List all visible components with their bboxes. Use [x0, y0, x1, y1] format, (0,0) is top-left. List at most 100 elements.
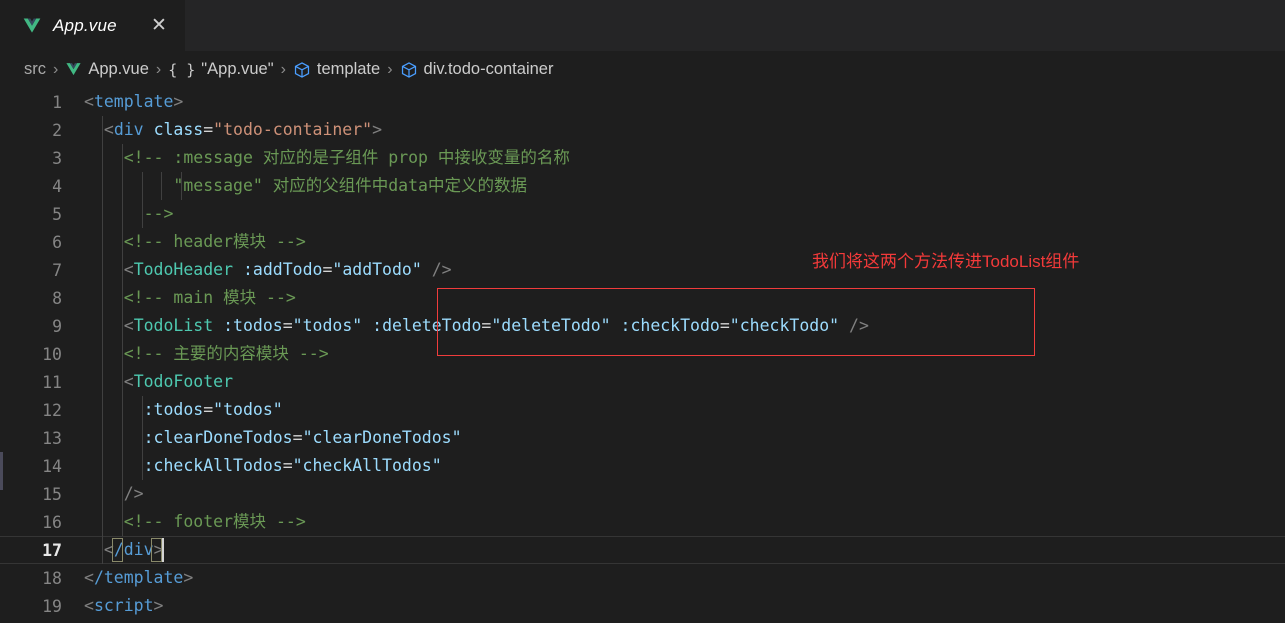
code-line[interactable]: 6 <!-- header模块 -->: [0, 228, 1285, 256]
code-line-content[interactable]: :checkAllTodos="checkAllTodos": [76, 452, 1285, 480]
line-number: 10: [42, 344, 62, 364]
token-strb: "checkAllTodos": [292, 456, 442, 475]
line-number: 15: [42, 484, 62, 504]
code-line[interactable]: 5 -->: [0, 200, 1285, 228]
token-eq: =: [322, 260, 333, 279]
code-editor[interactable]: 1 <template> 2 <div class="todo-container"…: [0, 88, 1285, 623]
token-comment: "message" 对应的父组件中data中定义的数据: [173, 176, 527, 195]
line-number: 1: [52, 92, 62, 112]
code-line-content[interactable]: <TodoHeader :addTodo="addTodo" />: [76, 256, 1285, 284]
token-strb: "clearDoneTodos": [302, 428, 462, 447]
code-line-content[interactable]: "message" 对应的父组件中data中定义的数据: [76, 172, 1285, 200]
breadcrumb-item-src[interactable]: src: [24, 60, 46, 79]
code-line[interactable]: 11 <TodoFooter: [0, 368, 1285, 396]
line-number: 14: [42, 456, 62, 476]
line-number: 9: [52, 316, 62, 336]
code-line[interactable]: 1 <template>: [0, 88, 1285, 116]
code-line-content[interactable]: <!-- header模块 -->: [76, 228, 1285, 256]
token-strb: "deleteTodo": [491, 316, 611, 335]
code-line-content[interactable]: </template>: [76, 564, 1285, 592]
code-line[interactable]: 7 <TodoHeader :addTodo="addTodo" />: [0, 256, 1285, 284]
token-strb: "todos": [213, 400, 283, 419]
code-line-content[interactable]: <!-- footer模块 -->: [76, 508, 1285, 536]
token-comp: TodoHeader: [133, 260, 234, 279]
token-punct: <: [123, 260, 134, 279]
code-line[interactable]: 12 :todos="todos": [0, 396, 1285, 424]
token-attr: :checkTodo: [620, 316, 720, 335]
token-punct: <: [103, 540, 114, 559]
code-line-content[interactable]: <TodoFooter: [76, 368, 1285, 396]
token-attr: :todos: [143, 400, 204, 419]
token-comp: TodoFooter: [133, 372, 234, 391]
code-line-content[interactable]: <template>: [76, 88, 1285, 116]
breadcrumb-item-app-vue[interactable]: App.vue: [65, 60, 149, 79]
token-comment: <!-- 主要的内容模块 -->: [123, 344, 329, 363]
token-punct: />: [431, 260, 452, 279]
code-line-content[interactable]: <!-- :message 对应的是子组件 prop 中接收变量的名称: [76, 144, 1285, 172]
breadcrumb-label: src: [24, 60, 46, 78]
code-line-content[interactable]: :todos="todos": [76, 396, 1285, 424]
token-punct: <: [123, 316, 134, 335]
line-number: 12: [42, 400, 62, 420]
code-line-content[interactable]: <div class="todo-container">: [76, 116, 1285, 144]
token-strb: "todos": [292, 316, 363, 335]
code-line[interactable]: 4 "message" 对应的父组件中data中定义的数据: [0, 172, 1285, 200]
token-attr: :clearDoneTodos: [143, 428, 293, 447]
line-number: 13: [42, 428, 62, 448]
token-tag: /template: [93, 568, 184, 587]
breadcrumb-item-app-vue-symbol[interactable]: { } "App.vue": [168, 60, 273, 79]
token-comment: <!-- footer模块 -->: [123, 512, 306, 531]
code-line[interactable]: 19 <script>: [0, 592, 1285, 620]
code-line-content[interactable]: :clearDoneTodos="clearDoneTodos": [76, 424, 1285, 452]
line-number: 4: [52, 176, 62, 196]
token-eq: =: [719, 316, 730, 335]
token-punct: >: [183, 568, 194, 587]
token-punct: />: [123, 484, 144, 503]
code-line-content[interactable]: </div>: [76, 536, 1285, 564]
code-line[interactable]: 2 <div class="todo-container">: [0, 116, 1285, 144]
close-icon[interactable]: ✕: [149, 16, 169, 36]
code-line[interactable]: 13 :clearDoneTodos="clearDoneTodos": [0, 424, 1285, 452]
code-line[interactable]: 16 <!-- footer模块 -->: [0, 508, 1285, 536]
token-strb: "addTodo": [332, 260, 422, 279]
breadcrumb-label: div.todo-container: [423, 60, 554, 78]
code-line[interactable]: 14 :checkAllTodos="checkAllTodos": [0, 452, 1285, 480]
code-line[interactable]: 9 <TodoList :todos="todos" :deleteTodo="…: [0, 312, 1285, 340]
editor-tab-bar: App.vue ✕: [0, 0, 1285, 51]
token-punct: <: [123, 372, 134, 391]
breadcrumb-item-div-todo-container[interactable]: div.todo-container: [400, 60, 554, 79]
vue-logo-icon: [65, 61, 82, 78]
line-number: 8: [52, 288, 62, 308]
code-line[interactable]: 8 <!-- main 模块 -->: [0, 284, 1285, 312]
line-number: 11: [42, 372, 62, 392]
code-line-content[interactable]: -->: [76, 200, 1285, 228]
token-punct: <: [103, 120, 114, 139]
code-line[interactable]: 15 />: [0, 480, 1285, 508]
code-line[interactable]: 17 </div>: [0, 536, 1285, 564]
code-line-content[interactable]: <!-- main 模块 -->: [76, 284, 1285, 312]
code-line-content[interactable]: />: [76, 480, 1285, 508]
annotation-text: 我们将这两个方法传进TodoList组件: [812, 252, 1080, 271]
vue-logo-icon: [22, 16, 42, 36]
code-line[interactable]: 3 <!-- :message 对应的是子组件 prop 中接收变量的名称: [0, 144, 1285, 172]
editor-tab-label: App.vue: [53, 15, 117, 35]
breadcrumb-item-template[interactable]: template: [293, 60, 380, 79]
token-comment: -->: [143, 204, 174, 223]
code-line[interactable]: 18 </template>: [0, 564, 1285, 592]
line-number: 7: [52, 260, 62, 280]
editor-tab-app-vue[interactable]: App.vue ✕: [0, 0, 185, 51]
code-line[interactable]: 10 <!-- 主要的内容模块 -->: [0, 340, 1285, 368]
code-line-content[interactable]: <script>: [76, 592, 1285, 620]
code-line-content[interactable]: <TodoList :todos="todos" :deleteTodo="de…: [76, 312, 1285, 340]
line-number: 16: [42, 512, 62, 532]
code-line-content[interactable]: <!-- 主要的内容模块 -->: [76, 340, 1285, 368]
token-punct: <: [84, 568, 94, 587]
